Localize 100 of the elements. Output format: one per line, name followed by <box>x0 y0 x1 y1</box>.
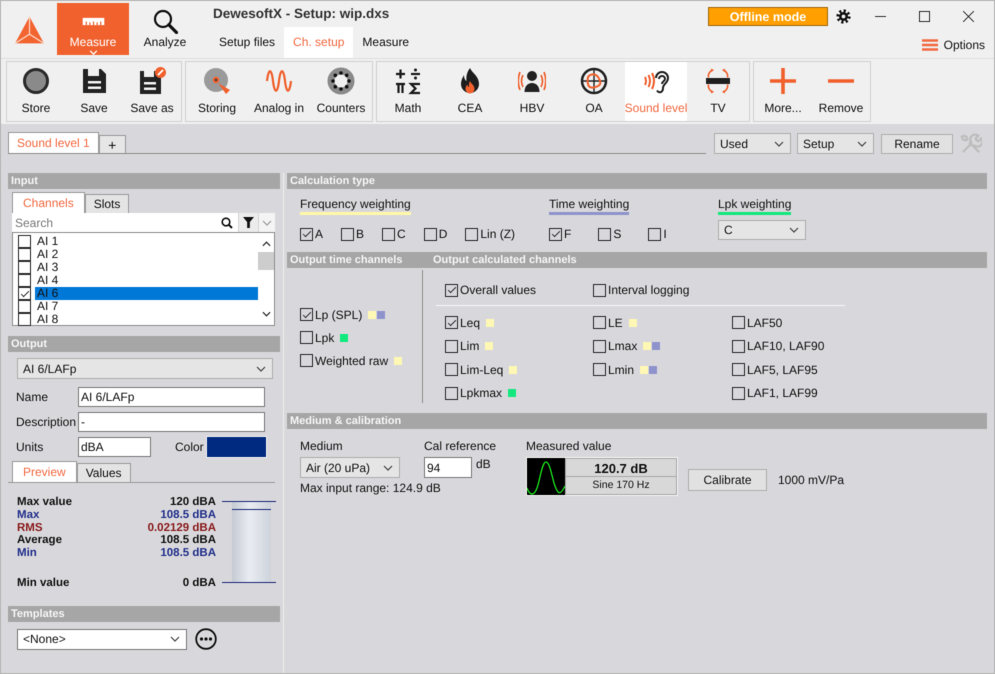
checkbox[interactable] <box>300 308 313 321</box>
checkbox[interactable] <box>18 300 31 313</box>
mode-button[interactable]: Analyze <box>129 3 201 55</box>
toolbar-button[interactable]: HBV <box>501 62 563 121</box>
menu-icon <box>922 39 938 51</box>
toolbar-button[interactable]: Save as <box>123 62 181 121</box>
tab[interactable]: Slots <box>84 194 130 213</box>
toolbar-button[interactable]: More... <box>754 62 812 121</box>
checkbox[interactable] <box>598 228 612 240</box>
checkbox[interactable] <box>18 261 31 274</box>
checkbox[interactable] <box>300 331 313 344</box>
search-field[interactable]: Search <box>12 213 238 232</box>
section-title: Output time channels <box>290 253 404 268</box>
caret-icon <box>789 227 799 233</box>
tab[interactable]: Setup files <box>210 27 284 58</box>
toolbar-button[interactable]: Store <box>7 62 65 121</box>
toolbar-button[interactable]: Storing <box>186 62 248 121</box>
checkbox[interactable] <box>445 363 458 376</box>
toolbar-button[interactable]: Counters <box>310 62 372 121</box>
checkbox[interactable] <box>465 228 478 240</box>
dropdown[interactable]: Used <box>714 133 791 154</box>
settings-icon[interactable] <box>836 9 850 24</box>
list-item[interactable]: AI 1 <box>35 235 258 248</box>
checkbox[interactable] <box>424 228 437 240</box>
toolbar-button[interactable]: CEA <box>439 62 501 121</box>
checkbox-label: I <box>663 227 667 241</box>
checkbox[interactable] <box>18 248 31 261</box>
toolbar-button[interactable]: Analog in <box>248 62 310 121</box>
template-dropdown[interactable]: <None> <box>17 628 187 650</box>
checkbox[interactable] <box>445 284 458 296</box>
crosshair-icon <box>580 67 608 95</box>
checkbox[interactable] <box>732 363 745 376</box>
checkbox[interactable] <box>593 316 606 330</box>
list-item[interactable]: AI 6 <box>35 287 258 300</box>
filter-button[interactable] <box>238 213 258 232</box>
field-label: Medium <box>300 439 343 453</box>
checkbox[interactable] <box>732 386 745 400</box>
chevron-up-icon[interactable] <box>262 241 270 247</box>
medium-dropdown[interactable]: Air (20 uPa) <box>300 457 400 478</box>
list-item[interactable]: AI 4 <box>35 274 258 287</box>
chevron-down-icon[interactable] <box>262 311 270 317</box>
list-item[interactable]: AI 7 <box>35 300 258 313</box>
add-tab-button[interactable]: + <box>98 135 126 153</box>
list-item[interactable]: AI 8 <box>35 313 258 326</box>
caret-icon <box>383 464 393 470</box>
checkbox-label: D <box>438 227 448 241</box>
channel-dropdown[interactable]: AI 6/LAFp <box>17 358 273 379</box>
checkbox[interactable] <box>300 354 313 367</box>
tab[interactable]: Values <box>76 463 130 482</box>
stat-value: 108.5 dBA <box>160 508 216 522</box>
checkbox[interactable] <box>732 316 745 330</box>
stat-label: Average <box>17 534 62 548</box>
stat-value: 120 dBA <box>170 496 216 509</box>
list-item[interactable]: AI 3 <box>35 261 258 274</box>
checkbox[interactable] <box>18 313 31 326</box>
ellipsis-icon[interactable] <box>195 628 217 650</box>
toolbar-button[interactable]: TV <box>687 62 749 121</box>
maximize-icon[interactable] <box>918 11 930 22</box>
checkbox-label: LE <box>608 316 623 330</box>
close-icon[interactable] <box>962 11 974 22</box>
stat-label: Max <box>17 508 40 522</box>
list-item[interactable]: AI 2 <box>35 248 258 261</box>
toolbar-button[interactable]: Save <box>65 62 123 121</box>
toolbar-button[interactable]: OA <box>563 62 625 121</box>
sine-wave-icon <box>265 67 293 95</box>
calibrate-button[interactable]: Calibrate <box>688 469 767 491</box>
toolbar-button[interactable]: Remove <box>812 62 870 121</box>
checkbox[interactable] <box>445 316 458 330</box>
checkbox-label: LAF50 <box>747 316 782 330</box>
tab[interactable]: Measure <box>353 27 418 58</box>
dropdown[interactable]: Setup <box>797 133 874 154</box>
checkbox[interactable] <box>593 340 606 353</box>
dropdown[interactable]: C <box>718 220 806 240</box>
checkbox[interactable] <box>549 228 562 240</box>
text-field[interactable]: AI 6/LAFp <box>78 387 265 407</box>
checkbox[interactable] <box>18 274 31 287</box>
checkbox-label: LAF10, LAF90 <box>747 339 824 354</box>
stat-value: 0 dBA <box>182 577 216 590</box>
checkbox[interactable] <box>732 340 745 353</box>
text-field[interactable]: 94 <box>424 457 472 478</box>
stat-value: 108.5 dBA <box>160 534 216 548</box>
checkbox[interactable] <box>382 228 396 240</box>
checkbox[interactable] <box>593 284 606 296</box>
checkbox[interactable] <box>445 386 458 400</box>
checkbox[interactable] <box>18 287 31 300</box>
rename-button[interactable]: Rename <box>881 134 953 154</box>
checkbox[interactable] <box>300 228 313 240</box>
color-swatch[interactable] <box>206 436 267 458</box>
checkbox[interactable] <box>648 228 662 240</box>
scrollbar-thumb[interactable] <box>258 252 274 270</box>
circle-icon <box>22 67 50 95</box>
text-field[interactable]: dBA <box>78 437 151 457</box>
toolbar-button[interactable]: Math <box>377 62 439 121</box>
options-button[interactable]: Options <box>922 38 985 52</box>
checkbox[interactable] <box>445 340 458 353</box>
checkbox[interactable] <box>341 228 354 240</box>
text-field[interactable]: - <box>78 412 265 432</box>
minimize-icon[interactable] <box>874 16 886 17</box>
checkbox[interactable] <box>593 363 606 376</box>
checkbox[interactable] <box>18 235 31 248</box>
